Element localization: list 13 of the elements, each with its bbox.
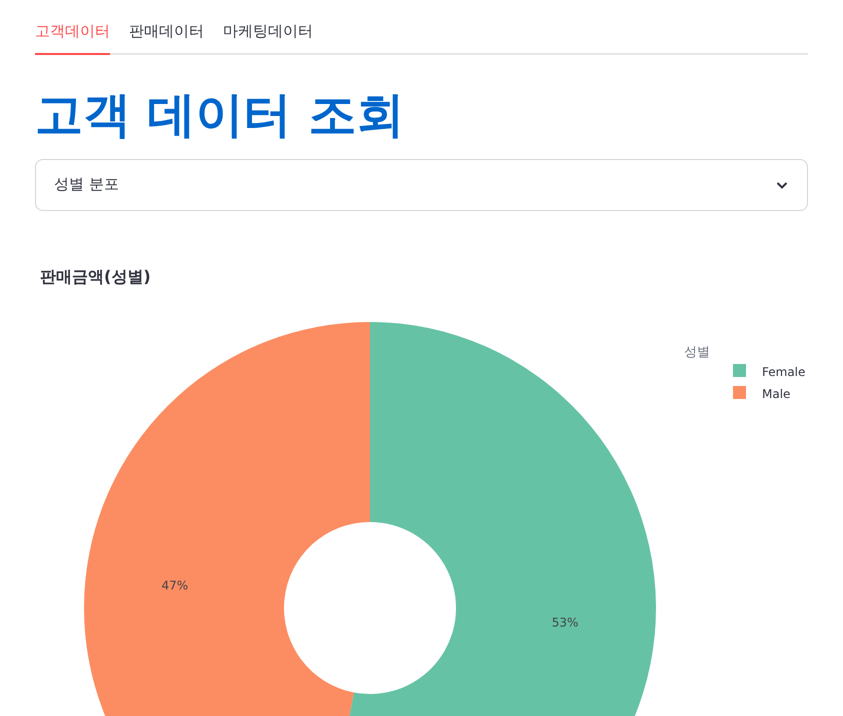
select-value: 성별 분포 xyxy=(54,175,119,194)
slice-label: 53% xyxy=(552,615,578,630)
legend-label: Female xyxy=(762,364,806,379)
tab[interactable]: 판매데이터 xyxy=(129,18,204,55)
tab[interactable]: 마케팅데이터 xyxy=(223,18,313,55)
legend-label: Male xyxy=(762,386,790,401)
slice-label: 47% xyxy=(162,578,188,592)
page-title: 고객 데이터 조회 xyxy=(35,87,406,145)
legend-swatch xyxy=(733,364,746,377)
legend-title: 성별 xyxy=(684,344,710,360)
chart-title: 판매금액(성별) xyxy=(39,266,152,288)
legend-swatch xyxy=(733,386,746,399)
select-field[interactable]: 성별 분포 xyxy=(35,158,808,211)
